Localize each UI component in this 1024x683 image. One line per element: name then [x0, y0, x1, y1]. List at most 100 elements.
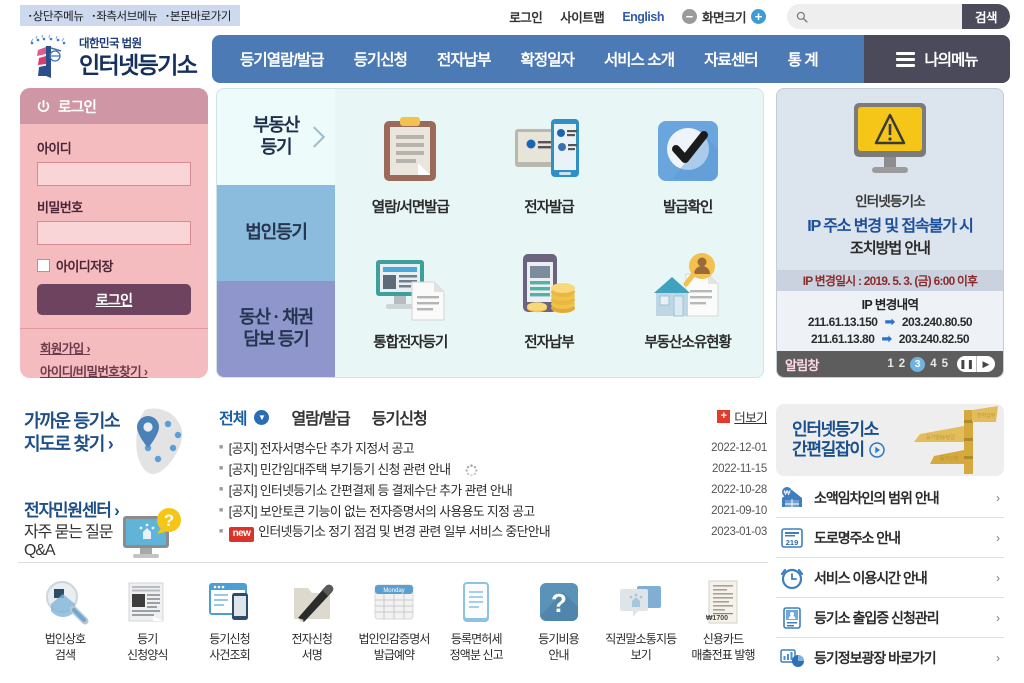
- skip-link-left-submenu[interactable]: 좌측서브메뉴: [93, 8, 157, 24]
- next-button[interactable]: ▶: [976, 356, 995, 372]
- sitemap-link[interactable]: 사이트맵: [551, 7, 613, 26]
- notice-item[interactable]: ■ [공지] 민간임대주택 부기등기 신청 관련 안내 2022-11-15: [219, 458, 767, 479]
- nav-item-fixed-date[interactable]: 확정일자: [506, 48, 587, 70]
- notice-tab-all[interactable]: 전체: [219, 405, 247, 429]
- my-menu-button[interactable]: 나의메뉴: [864, 35, 1010, 83]
- id-input[interactable]: [37, 162, 191, 186]
- service-item-view-issue[interactable]: 열람/서면발급: [341, 97, 480, 232]
- svg-text:?: ?: [163, 511, 173, 530]
- skip-link-main-content[interactable]: 본문바로가기: [166, 8, 231, 24]
- guide-sidebar: 인터넷등기소 간편길잡이 등기열람/발급 등기신청 전자납부 ₩ 소액임차인의 …: [776, 404, 1004, 680]
- password-field-label: 비밀번호: [37, 200, 83, 215]
- page-root: 상단주메뉴 좌측서브메뉴 본문바로가기 로그인 사이트맵 English − 화…: [0, 0, 1024, 683]
- ip-from: 211.61.13.80: [810, 332, 875, 346]
- guide-link-road-address[interactable]: 219 도로명주소 안내 ›: [776, 518, 1004, 558]
- simple-guide-banner[interactable]: 인터넷등기소 간편길잡이 등기열람/발급 등기신청 전자납부: [776, 404, 1004, 476]
- guide-link-access-pass[interactable]: 등기소 출입증 신청관리 ›: [776, 598, 1004, 638]
- svg-text:등기열람/발급: 등기열람/발급: [926, 434, 955, 441]
- chevron-right-icon: ›: [996, 490, 1000, 505]
- alert-playback-controls: ❚❚ ▶: [957, 356, 995, 372]
- login-submit-button[interactable]: 로그인: [37, 284, 191, 315]
- bottom-item-corporate-seal-reservation-label: 법인인감증명서 발급예약: [358, 632, 431, 662]
- bullet-icon: ■: [219, 486, 223, 493]
- zoom-in-icon[interactable]: +: [750, 9, 766, 24]
- notice-date: 2022-10-28: [711, 483, 767, 496]
- alert-page-3[interactable]: 3: [910, 356, 926, 372]
- skip-link-top-menu[interactable]: 상단주메뉴: [29, 8, 84, 24]
- bottom-divider: [18, 562, 768, 563]
- house-person-icon: [653, 252, 719, 316]
- form-document-icon: [128, 582, 164, 622]
- side-tab-real-estate[interactable]: 부동산 등기: [217, 89, 335, 185]
- remember-id-row[interactable]: 아이디저장: [37, 256, 191, 275]
- service-item-e-issue[interactable]: 전자발급: [480, 97, 619, 232]
- nav-item-service-intro[interactable]: 서비스 소개: [590, 48, 688, 70]
- chevron-right-icon: ›: [996, 570, 1000, 585]
- find-nearby-office-link[interactable]: 가까운 등기소 지도로 찾기 ›: [24, 404, 214, 484]
- zoom-controls: − 화면크기 +: [673, 7, 775, 26]
- zoom-out-icon[interactable]: −: [681, 9, 697, 24]
- signpost-icon: 등기열람/발급 등기신청 전자납부: [914, 406, 998, 474]
- service-item-issue-confirm[interactable]: 발급확인: [618, 97, 757, 232]
- alert-page-4[interactable]: 4: [930, 358, 936, 370]
- nav-item-registry-view[interactable]: 등기열람/발급: [226, 48, 338, 70]
- notice-more-link[interactable]: + 더보기: [717, 407, 768, 426]
- guide-link-small-tenant[interactable]: ₩ 소액임차인의 범위 안내 ›: [776, 478, 1004, 518]
- bottom-item-corporate-seal-reservation[interactable]: Monday 법인인감증명서 발급예약: [353, 578, 435, 678]
- service-item-integrated-e-registry[interactable]: 통합전자등기: [341, 232, 480, 367]
- notice-item[interactable]: ■ new 인터넷등기소 정기 점검 및 변경 관련 일부 서비스 중단안내 20…: [219, 521, 767, 542]
- side-tab-corporate[interactable]: 법인등기: [217, 185, 335, 281]
- bottom-item-e-application-signature[interactable]: 전자신청 서명: [271, 578, 353, 678]
- nav-item-data-center[interactable]: 자료센터: [690, 48, 771, 70]
- signup-link[interactable]: 회원가입: [40, 338, 208, 357]
- logo-title: 인터넷등기소: [79, 51, 198, 78]
- alert-page-5[interactable]: 5: [942, 358, 948, 370]
- monitor-document-icon: [376, 259, 445, 320]
- remember-id-checkbox[interactable]: [37, 259, 50, 272]
- chevron-down-icon[interactable]: ▼: [254, 409, 270, 425]
- password-input[interactable]: [37, 221, 191, 245]
- search-button[interactable]: 검색: [961, 4, 1010, 29]
- notice-tab-registry-apply[interactable]: 등기신청: [372, 405, 428, 429]
- guide-link-registry-info-plaza[interactable]: 등기정보광장 바로가기 ›: [776, 638, 1004, 678]
- bottom-item-corporate-name-search[interactable]: 법인상호 검색: [24, 578, 106, 678]
- alert-page-1[interactable]: 1: [887, 358, 893, 370]
- logo-text: 대한민국 법원 인터넷등기소: [79, 39, 198, 78]
- bottom-item-credit-card-receipt[interactable]: ₩1700 신용카드 매출전표 발행: [682, 578, 764, 678]
- search-input[interactable]: [786, 4, 962, 29]
- nav-item-statistics[interactable]: 통 계: [774, 48, 832, 70]
- notice-item[interactable]: ■ [공지] 인터넷등기소 간편결제 등 결제수단 추가 관련 안내 2022-…: [219, 479, 767, 500]
- notice-item[interactable]: ■ [공지] 전자서명수단 추가 지정서 공고 2022-12-01: [219, 437, 767, 458]
- bottom-item-license-tax-report[interactable]: 등록면허세 정액분 신고: [435, 578, 517, 678]
- service-item-e-payment[interactable]: 전자납부: [480, 232, 619, 367]
- simple-guide-line-2: 간편길잡이: [792, 440, 885, 460]
- pen-icon: [293, 584, 333, 622]
- login-link[interactable]: 로그인: [500, 7, 551, 26]
- pause-button[interactable]: ❚❚: [957, 356, 976, 372]
- nav-item-e-payment[interactable]: 전자납부: [423, 48, 504, 70]
- guide-link-service-hours[interactable]: 서비스 이용시간 안내 ›: [776, 558, 1004, 598]
- site-logo[interactable]: 대한민국 법원 인터넷등기소: [25, 34, 198, 82]
- bullet-icon: ■: [219, 465, 223, 472]
- find-account-link[interactable]: 아이디/비밀번호찾기: [40, 361, 208, 378]
- notice-tab-view-issue[interactable]: 열람/발급: [291, 405, 350, 429]
- alert-page-2[interactable]: 2: [899, 358, 905, 370]
- bottom-item-case-inquiry[interactable]: 등기신청 사건조회: [189, 578, 271, 678]
- service-item-issue-confirm-label: 발급확인: [662, 199, 713, 216]
- service-item-e-issue-label: 전자발급: [524, 199, 574, 216]
- bottom-item-ex-officio-cancellation[interactable]: 직권말소통지등 보기: [600, 578, 682, 678]
- side-tab-movable-property[interactable]: 동산 · 채권 담보 등기: [217, 281, 335, 377]
- e-civil-center-link[interactable]: 전자민원센터 › 자주 묻는 질문 Q&A ?: [24, 494, 220, 560]
- service-item-e-payment-label: 전자납부: [524, 334, 574, 351]
- english-link[interactable]: English: [613, 10, 673, 24]
- ip-change-details: IP 변경내역 211.61.13.150 ➡ 203.240.80.50 21…: [777, 291, 1003, 351]
- bottom-item-registry-cost-guide[interactable]: ? 등기비용 안내: [518, 578, 600, 678]
- nav-item-registry-apply[interactable]: 등기신청: [340, 48, 421, 70]
- alert-line-1: 인터넷등기소: [855, 194, 926, 209]
- phone-coins-icon: [522, 253, 575, 313]
- id-field-label: 아이디: [37, 141, 72, 156]
- alert-content[interactable]: 인터넷등기소 IP 주소 변경 및 접속불가 시 조치방법 안내: [777, 89, 1003, 264]
- bottom-item-registry-form[interactable]: 등기 신청양식: [106, 578, 188, 678]
- notice-item[interactable]: ■ [공지] 보안토큰 기능이 없는 전자증명서의 사용용도 지정 공고 202…: [219, 500, 767, 521]
- service-item-property-ownership[interactable]: 부동산소유현황: [618, 232, 757, 367]
